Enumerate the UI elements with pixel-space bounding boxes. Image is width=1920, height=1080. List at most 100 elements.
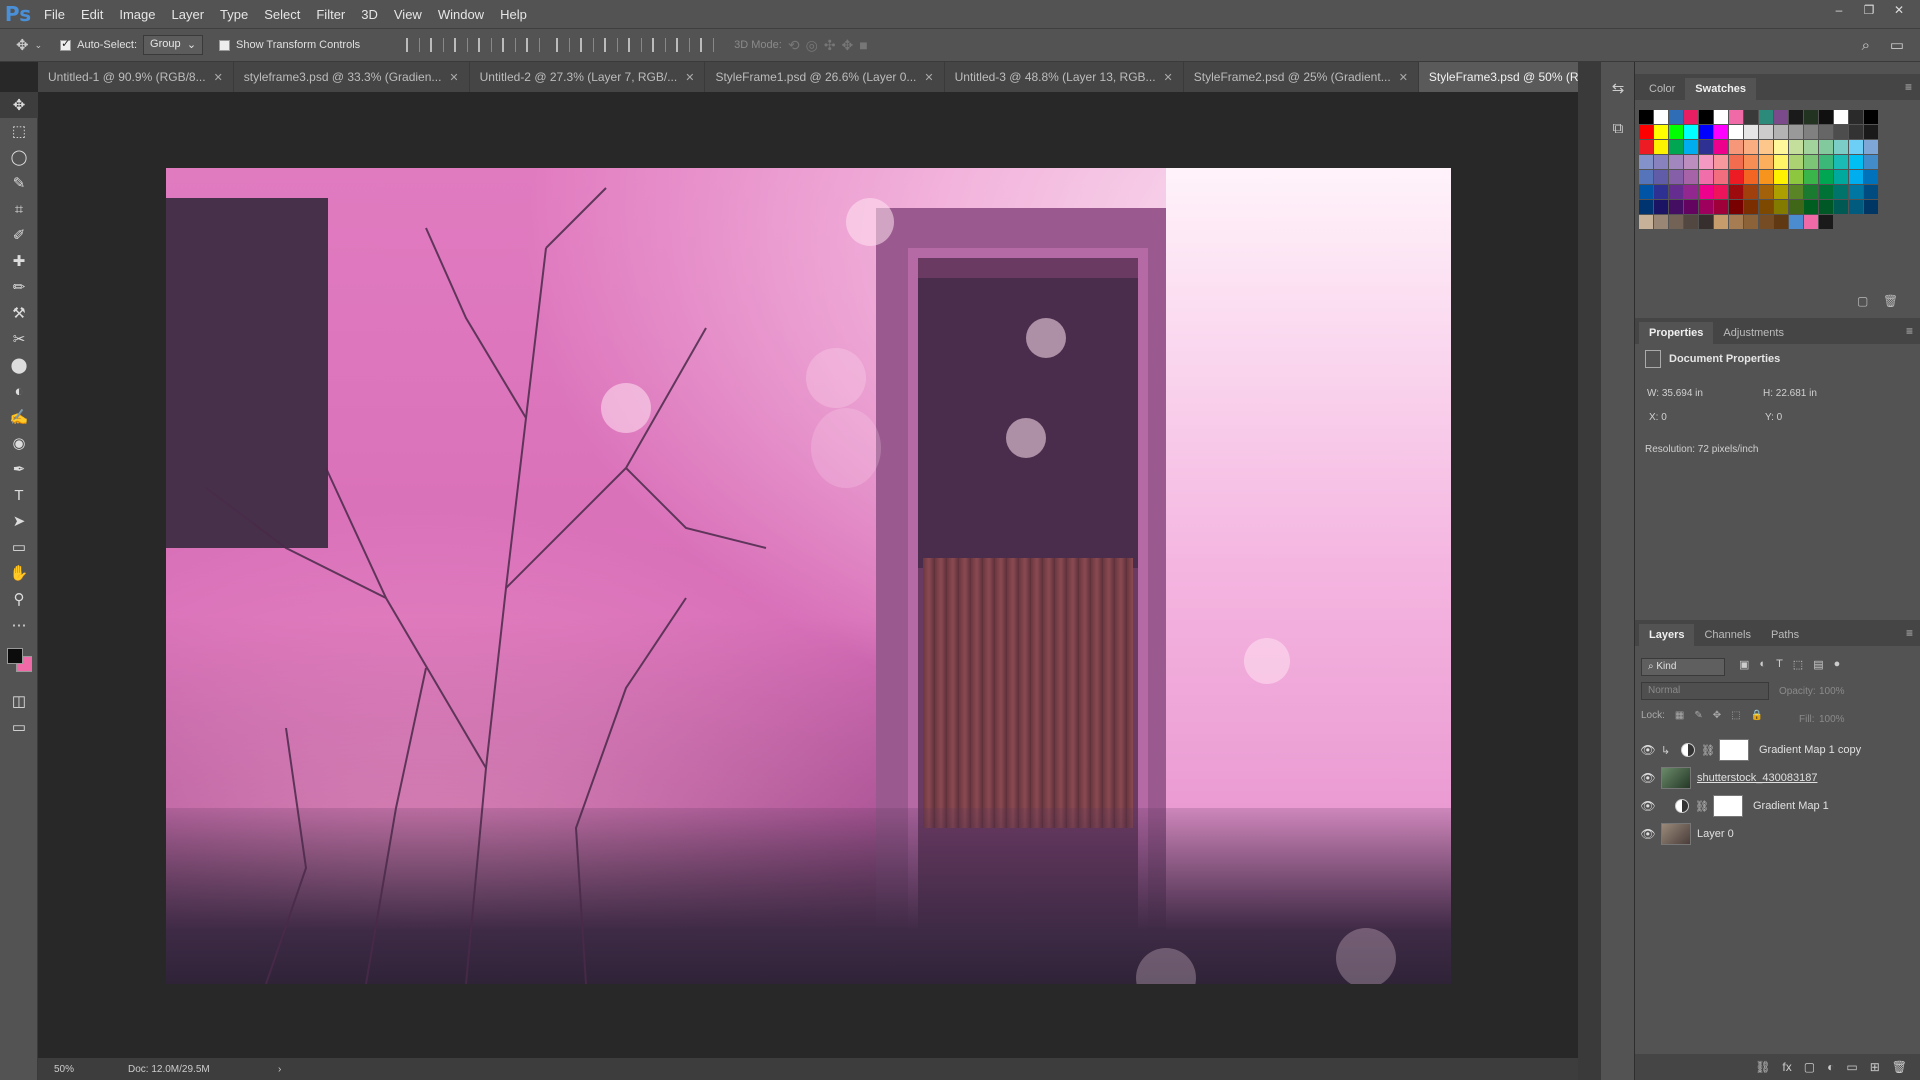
align-vcenter-icon[interactable] xyxy=(430,38,445,52)
document-image[interactable] xyxy=(166,168,1451,984)
menu-3d[interactable]: 3D xyxy=(353,7,386,22)
eyedropper-tool-icon[interactable]: ✐ xyxy=(0,222,38,248)
close-icon[interactable]: ✕ xyxy=(449,71,458,84)
align-bottom-icon[interactable] xyxy=(454,38,469,52)
tab-styleframe2[interactable]: StyleFrame2.psd @ 25% (Gradient... ✕ xyxy=(1184,62,1419,92)
color-swatch[interactable] xyxy=(1864,155,1878,169)
dodge-tool-icon[interactable]: ◉ xyxy=(0,430,38,456)
color-swatch[interactable] xyxy=(1669,110,1683,124)
new-group-icon[interactable]: ▭ xyxy=(1846,1060,1857,1074)
color-swatch[interactable] xyxy=(1834,200,1848,214)
color-swatch[interactable] xyxy=(1849,125,1863,139)
color-swatch[interactable] xyxy=(1669,215,1683,229)
color-swatch[interactable] xyxy=(1849,155,1863,169)
layer-name[interactable]: Gradient Map 1 copy xyxy=(1759,744,1861,756)
color-swatch[interactable] xyxy=(1714,110,1728,124)
color-swatch[interactable] xyxy=(1714,185,1728,199)
y-value[interactable]: Y: 0 xyxy=(1765,412,1782,423)
color-swatch[interactable] xyxy=(1699,185,1713,199)
color-swatch[interactable] xyxy=(1744,170,1758,184)
color-swatch[interactable] xyxy=(1684,155,1698,169)
delete-layer-icon[interactable]: 🗑 xyxy=(1892,1060,1907,1074)
color-swatch[interactable] xyxy=(1654,110,1668,124)
color-swatch[interactable] xyxy=(1804,110,1818,124)
color-swatch[interactable] xyxy=(1789,170,1803,184)
color-swatch[interactable] xyxy=(1834,170,1848,184)
color-swatch[interactable] xyxy=(1654,125,1668,139)
color-swatch[interactable] xyxy=(1744,155,1758,169)
color-swatch[interactable] xyxy=(1669,155,1683,169)
color-swatch[interactable] xyxy=(1684,140,1698,154)
healing-brush-tool-icon[interactable]: ✚ xyxy=(0,248,38,274)
history-panel-icon[interactable]: ⇆ xyxy=(1601,68,1635,108)
color-swatch[interactable] xyxy=(1789,155,1803,169)
tool-preset-chevron-icon[interactable]: ⌄ xyxy=(35,40,43,51)
menu-filter[interactable]: Filter xyxy=(308,7,353,22)
color-swatch[interactable] xyxy=(1639,200,1653,214)
color-swatch[interactable] xyxy=(1789,140,1803,154)
menu-select[interactable]: Select xyxy=(256,7,308,22)
color-swatch[interactable] xyxy=(1864,140,1878,154)
panel-menu-icon[interactable]: ≡ xyxy=(1906,324,1913,338)
color-swatch[interactable] xyxy=(1699,170,1713,184)
menu-edit[interactable]: Edit xyxy=(73,7,111,22)
tab-color[interactable]: Color xyxy=(1639,78,1685,100)
workspace-icon[interactable]: ▭ xyxy=(1890,36,1904,54)
color-swatch[interactable] xyxy=(1774,200,1788,214)
color-swatch[interactable] xyxy=(1819,125,1833,139)
align-top-icon[interactable] xyxy=(406,38,421,52)
color-swatch[interactable] xyxy=(1729,170,1743,184)
tab-styleframe1[interactable]: StyleFrame1.psd @ 26.6% (Layer 0... ✕ xyxy=(705,62,945,92)
show-transform-checkbox[interactable] xyxy=(219,39,231,51)
color-swatch[interactable] xyxy=(1819,170,1833,184)
close-icon[interactable]: ✕ xyxy=(214,71,223,84)
width-value[interactable]: W: 35.694 in xyxy=(1647,388,1703,399)
color-swatch[interactable] xyxy=(1834,125,1848,139)
lock-transparent-icon[interactable]: ▦ xyxy=(1675,710,1684,721)
properties-panel-icon[interactable]: ⧉ xyxy=(1601,108,1635,148)
color-swatch[interactable] xyxy=(1804,140,1818,154)
color-swatch[interactable] xyxy=(1669,170,1683,184)
tab-properties[interactable]: Properties xyxy=(1639,322,1714,344)
restore-button[interactable]: ❐ xyxy=(1854,0,1884,20)
tab-untitled-1[interactable]: Untitled-1 @ 90.9% (RGB/8... ✕ xyxy=(38,62,234,92)
color-swatch[interactable] xyxy=(1729,125,1743,139)
close-button[interactable]: ✕ xyxy=(1884,0,1914,20)
color-swatch[interactable] xyxy=(1714,215,1728,229)
tab-untitled-3[interactable]: Untitled-3 @ 48.8% (Layer 13, RGB... ✕ xyxy=(945,62,1184,92)
color-swatch[interactable] xyxy=(1834,155,1848,169)
color-swatch[interactable] xyxy=(1744,215,1758,229)
distribute-vcenter-icon[interactable] xyxy=(580,38,595,52)
zoom-level[interactable]: 50% xyxy=(38,1064,88,1075)
color-swatch[interactable] xyxy=(1639,215,1653,229)
video-camera-icon[interactable]: ■ xyxy=(859,37,867,53)
crop-tool-icon[interactable]: ⌗ xyxy=(0,196,38,222)
color-swatch[interactable] xyxy=(1759,185,1773,199)
close-icon[interactable]: ✕ xyxy=(1399,71,1408,84)
color-swatch[interactable] xyxy=(1774,185,1788,199)
auto-select-dropdown[interactable]: Group ⌄ xyxy=(143,35,204,55)
color-swatch[interactable] xyxy=(1849,185,1863,199)
blur-tool-icon[interactable]: ✍ xyxy=(0,404,38,430)
color-swatch[interactable] xyxy=(1834,185,1848,199)
status-menu-arrow[interactable]: › xyxy=(278,1064,281,1075)
smart-object-filter-icon[interactable]: ▤ xyxy=(1813,658,1823,671)
tab-styleframe3-lower[interactable]: styleframe3.psd @ 33.3% (Gradien... ✕ xyxy=(234,62,470,92)
color-swatch[interactable] xyxy=(1684,110,1698,124)
color-swatch[interactable] xyxy=(1789,185,1803,199)
marquee-tool-icon[interactable]: ⬚ xyxy=(0,118,38,144)
lock-all-icon[interactable]: 🔒 xyxy=(1751,710,1763,721)
eye-icon[interactable]: 👁 xyxy=(1635,743,1661,757)
distribute-right-icon[interactable] xyxy=(676,38,691,52)
layer-filter-dropdown[interactable]: ⌕ Kind xyxy=(1641,658,1725,676)
color-swatch[interactable] xyxy=(1804,125,1818,139)
tab-paths[interactable]: Paths xyxy=(1761,624,1809,646)
color-swatch[interactable] xyxy=(1669,185,1683,199)
screen-mode-icon[interactable]: ▭ xyxy=(0,714,38,740)
color-swatch[interactable] xyxy=(1744,200,1758,214)
color-swatch[interactable] xyxy=(1759,200,1773,214)
color-swatch[interactable] xyxy=(1654,155,1668,169)
clone-stamp-tool-icon[interactable]: ⚒ xyxy=(0,300,38,326)
height-value[interactable]: H: 22.681 in xyxy=(1763,388,1817,399)
color-swatch[interactable] xyxy=(1804,170,1818,184)
